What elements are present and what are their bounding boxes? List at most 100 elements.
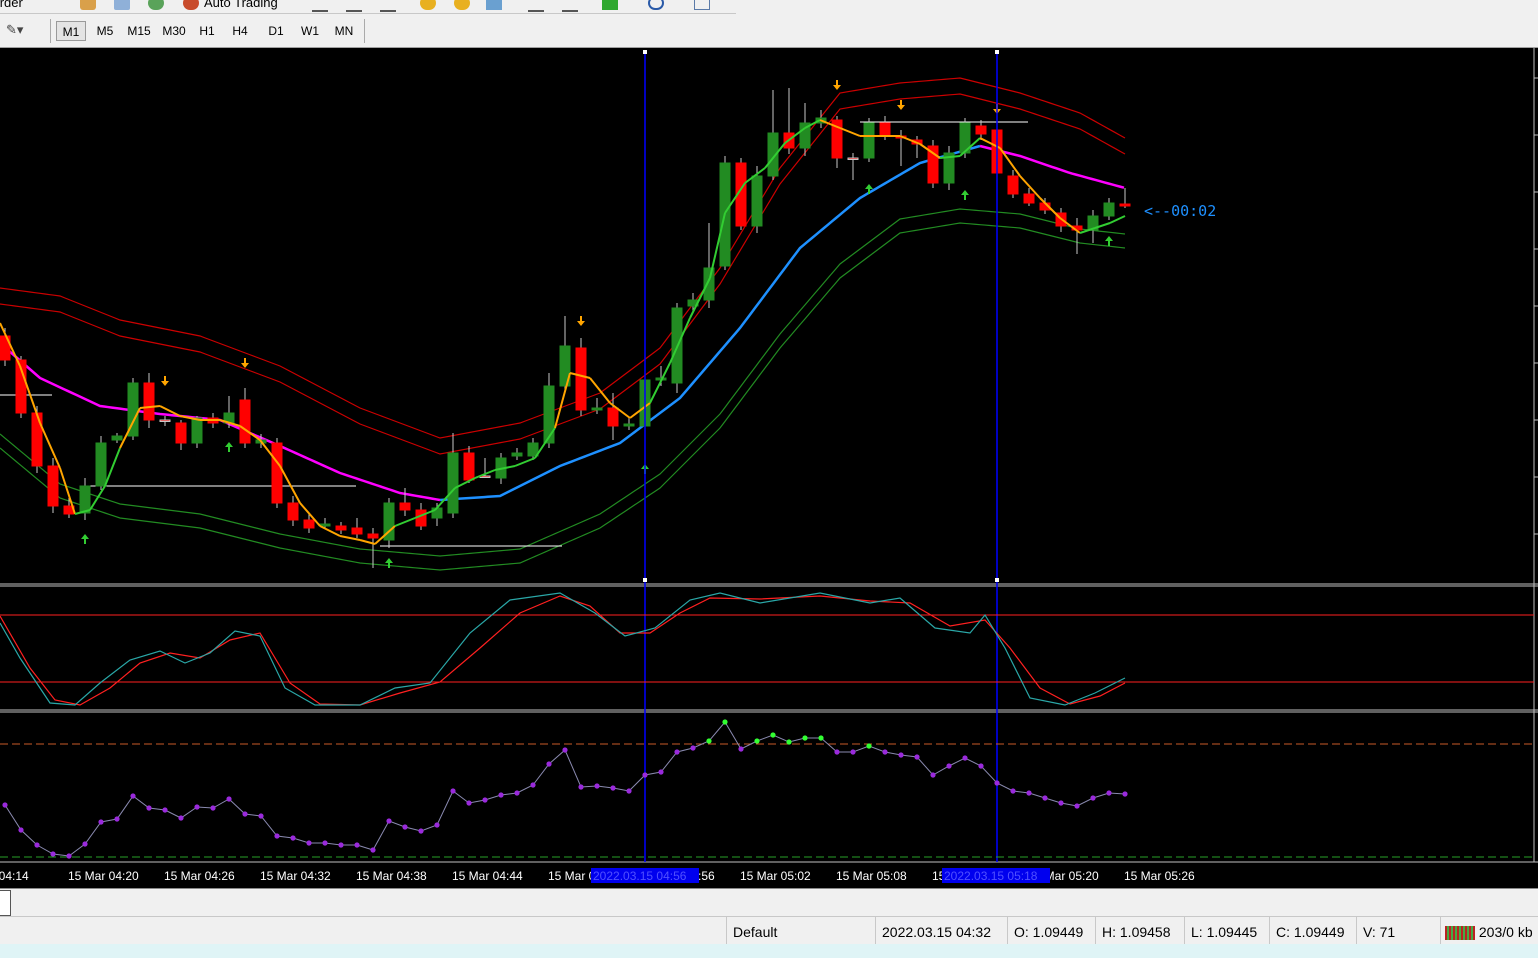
traffic-label: 203/0 kb xyxy=(1478,924,1533,940)
osc2-dot xyxy=(642,772,648,778)
bear-candle xyxy=(1023,193,1035,204)
bull-candle xyxy=(431,507,443,519)
chart-window[interactable]: 15 Mar 04:14 15 Mar 04:20 15 Mar 04:26 15 M… xyxy=(0,48,1538,888)
bear-candle xyxy=(239,399,251,444)
tf-d1-button[interactable]: D1 xyxy=(262,21,290,41)
tf-w1-button[interactable]: W1 xyxy=(296,21,324,41)
bear-candle xyxy=(143,382,155,421)
osc2-dot xyxy=(450,788,456,794)
osc2-dot xyxy=(98,819,104,825)
bull-candle xyxy=(191,417,203,444)
sell-arrow-icon xyxy=(833,80,841,90)
vertical-marker-handle xyxy=(643,50,647,54)
zoom-out-icon[interactable] xyxy=(454,0,470,10)
bear-candle xyxy=(879,122,891,137)
status-traffic: 203/0 kb xyxy=(1440,917,1538,945)
time-axis-label: 15 Mar 04:44 xyxy=(452,869,523,883)
zoom-in-icon[interactable] xyxy=(420,0,436,10)
market-icon[interactable] xyxy=(148,0,164,10)
bear-candle xyxy=(351,527,363,535)
auto-trading-icon[interactable] xyxy=(183,0,199,10)
osc2-dot xyxy=(34,842,40,848)
indicators-icon[interactable] xyxy=(602,0,618,10)
bear-candle xyxy=(335,525,347,531)
candle-chart-icon[interactable] xyxy=(346,0,362,12)
osc2-dot xyxy=(194,804,200,810)
osc2-dot xyxy=(738,746,744,752)
time-axis-label: 15 Mar 05:26 xyxy=(1124,869,1195,883)
vertical-marker-handle xyxy=(995,578,999,582)
tf-m15-button[interactable]: M15 xyxy=(124,21,154,41)
bear-candle xyxy=(1007,175,1019,195)
osc2-dot xyxy=(610,785,616,791)
osc2-dot xyxy=(322,840,328,846)
tf-separator xyxy=(50,19,51,43)
time-axis-label: 15 Mar 04:38 xyxy=(356,869,427,883)
tile-windows-icon[interactable] xyxy=(486,0,502,10)
osc2-dot xyxy=(306,840,312,846)
bull-candle xyxy=(703,267,715,301)
fast-ma-segment xyxy=(104,447,121,487)
templates-icon[interactable] xyxy=(694,0,710,10)
bear-candle xyxy=(975,125,987,135)
status-profile: Default xyxy=(726,917,873,945)
connection-bars-icon xyxy=(1445,926,1475,941)
osc2-dot xyxy=(674,749,680,755)
osc2-dot xyxy=(1106,790,1112,796)
osc2-dot xyxy=(530,782,536,788)
bull-candle xyxy=(863,122,875,159)
bull-candle xyxy=(591,407,603,411)
tf-m1-button[interactable]: M1 xyxy=(56,21,86,41)
osc2-dot xyxy=(242,811,248,817)
new-order-label[interactable]: New Order xyxy=(0,0,23,10)
fast-ma-segment xyxy=(279,465,301,504)
tf-m30-button[interactable]: M30 xyxy=(158,21,190,41)
bear-candle xyxy=(847,157,859,160)
periods-icon[interactable] xyxy=(648,0,664,10)
osc2-dot xyxy=(418,828,424,834)
chart-tab[interactable] xyxy=(0,890,11,916)
osc2-dot xyxy=(962,755,968,761)
trade-icon[interactable] xyxy=(80,0,96,10)
line-chart-icon[interactable] xyxy=(380,0,396,12)
chart-shift-icon[interactable] xyxy=(562,0,578,12)
bear-candle xyxy=(287,502,299,521)
data-window-icon[interactable] xyxy=(114,0,130,10)
osc2-dot xyxy=(818,735,824,741)
fast-ma-segment xyxy=(394,517,416,527)
osc2-dot xyxy=(1042,795,1048,801)
auto-trading-label[interactable]: Auto Trading xyxy=(204,0,278,10)
osc2-dot xyxy=(850,749,856,755)
osc2-dot xyxy=(914,754,920,760)
time-axis-label: 15 Mar 04:26 xyxy=(164,869,235,883)
tf-m5-button[interactable]: M5 xyxy=(92,21,118,41)
bull-candle xyxy=(95,442,107,487)
tf-mn-button[interactable]: MN xyxy=(330,21,358,41)
bear-candle xyxy=(367,533,379,539)
sell-arrow-icon xyxy=(161,376,169,386)
osc2-dot xyxy=(114,816,120,822)
scroll-chart-icon[interactable] xyxy=(528,0,544,12)
bar-chart-icon[interactable] xyxy=(312,0,328,12)
status-bar: Default 2022.03.15 04:32 O: 1.09449 H: 1… xyxy=(0,916,1538,945)
osc2-dot xyxy=(898,752,904,758)
osc2-dot xyxy=(82,841,88,847)
price-chart[interactable]: 15 Mar 04:14 15 Mar 04:20 15 Mar 04:26 15 M… xyxy=(0,48,1538,888)
tf-h1-button[interactable]: H1 xyxy=(194,21,220,41)
osc2-dot xyxy=(370,847,376,853)
osc2-dot xyxy=(930,772,936,778)
line-studies-dropdown[interactable]: ✎▾ xyxy=(6,22,23,38)
bear-candle xyxy=(575,347,587,411)
osc2-dot xyxy=(50,851,56,857)
osc2-dot xyxy=(1090,795,1096,801)
bear-candle xyxy=(175,422,187,444)
osc2-dot xyxy=(786,739,792,745)
osc2-dot xyxy=(834,749,840,755)
osc2-dot xyxy=(626,788,632,794)
osc2-dot xyxy=(562,747,568,753)
osc2-dot xyxy=(338,842,344,848)
bear-candle xyxy=(271,442,283,504)
osc2-dot xyxy=(770,732,776,738)
osc2-dot xyxy=(658,769,664,775)
tf-h4-button[interactable]: H4 xyxy=(226,21,254,41)
